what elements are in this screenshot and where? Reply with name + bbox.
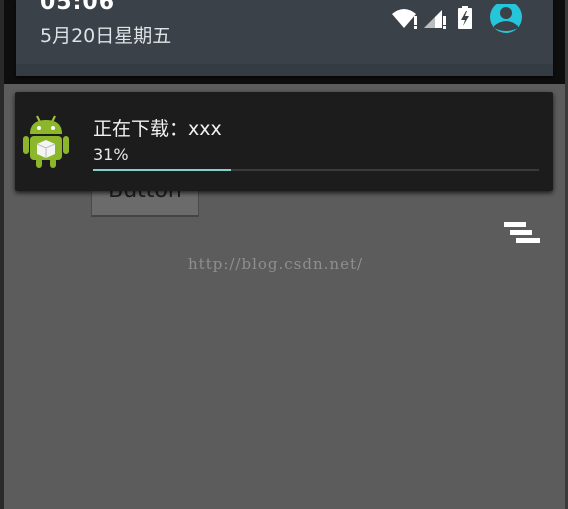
notification-progress-text: 31% <box>93 145 129 164</box>
watermark-text: http://blog.csdn.net/ <box>188 255 364 273</box>
quick-settings-header-edge <box>16 64 553 76</box>
signal-icon <box>424 10 446 29</box>
clock[interactable]: 05:06 <box>40 0 115 15</box>
download-notification[interactable]: 正在下载：xxx 31% <box>15 92 553 191</box>
wifi-icon <box>392 9 417 29</box>
android-screen: Button http://blog.csdn.net/ 05:06 5月20日… <box>0 0 568 509</box>
notification-title: 正在下载：xxx <box>93 118 222 140</box>
download-progress-fill <box>93 169 232 171</box>
screen-edge-left <box>0 0 4 509</box>
user-avatar-icon <box>490 1 522 33</box>
download-progress-bar <box>93 169 539 171</box>
date-label[interactable]: 5月20日星期五 <box>40 21 171 48</box>
overflow-menu-icon[interactable] <box>502 220 542 250</box>
status-icons <box>390 1 530 36</box>
android-robot-icon <box>21 112 71 170</box>
battery-icon <box>458 6 472 29</box>
